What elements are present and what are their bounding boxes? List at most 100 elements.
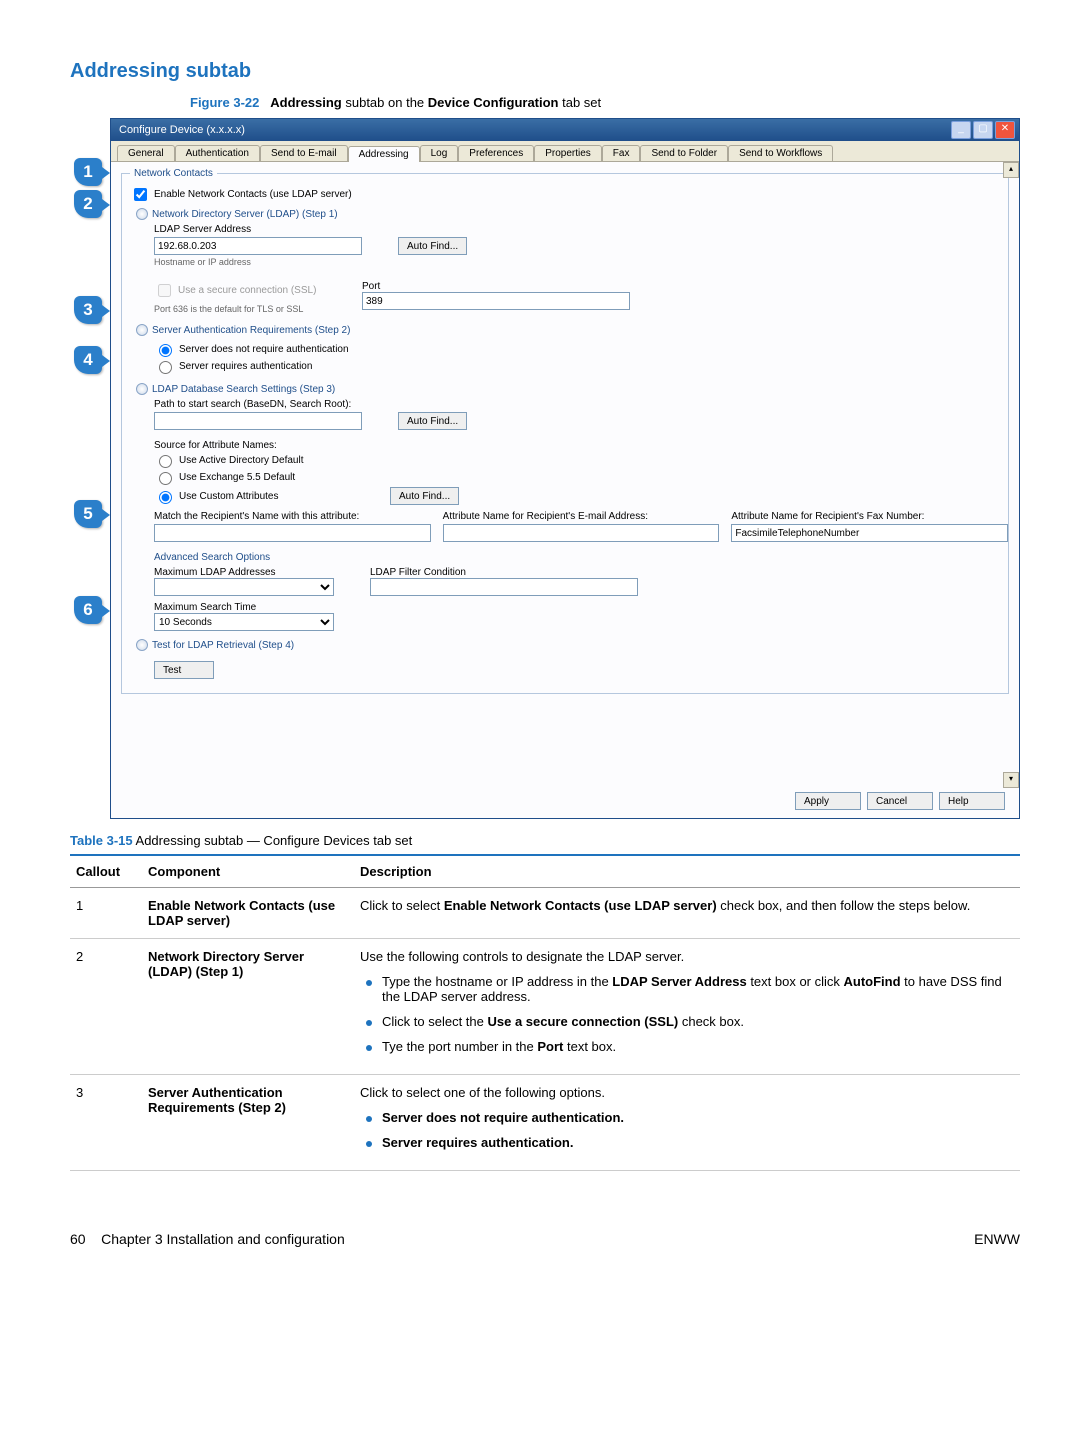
src-opt3[interactable]: Use Custom Attributes [154, 488, 354, 504]
desc-bold: Enable Network Contacts (use LDAP server… [444, 898, 717, 913]
source-label: Source for Attribute Names: [154, 440, 1000, 451]
ssl-label: Use a secure connection (SSL) [178, 285, 316, 296]
src-opt1[interactable]: Use Active Directory Default [154, 452, 1000, 468]
autofind-button-1[interactable]: Auto Find... [398, 237, 467, 255]
callout-1: 1 [74, 158, 102, 186]
src-opt3-input[interactable] [159, 491, 172, 504]
window-title: Configure Device (x.x.x.x) [115, 124, 951, 136]
ssl-input[interactable] [158, 284, 171, 297]
desc-text: check box, and then follow the steps bel… [717, 898, 971, 913]
tab-preferences[interactable]: Preferences [458, 145, 534, 161]
auth-opt2-input[interactable] [159, 361, 172, 374]
enable-nc-input[interactable] [134, 188, 147, 201]
tab-send-to-email[interactable]: Send to E-mail [260, 145, 348, 161]
th-description: Description [354, 855, 1020, 888]
cell-description: Click to select one of the following opt… [354, 1075, 1020, 1171]
server-hint: Hostname or IP address [154, 257, 1000, 267]
basedn-label: Path to start search (BaseDN, Search Roo… [154, 399, 1000, 410]
desc-bold: Port [537, 1039, 563, 1054]
basedn-input[interactable] [154, 412, 362, 430]
desc-bold: LDAP Server Address [612, 974, 746, 989]
attr-col1-label: Match the Recipient's Name with this att… [154, 511, 423, 522]
desc-text: Tye the port number in the [382, 1039, 537, 1054]
step4-summary[interactable]: Test for LDAP Retrieval (Step 4) [136, 639, 1000, 651]
enable-network-contacts-checkbox[interactable]: Enable Network Contacts (use LDAP server… [130, 185, 1000, 204]
attr-col1-input[interactable] [154, 524, 431, 542]
tab-authentication[interactable]: Authentication [175, 145, 260, 161]
autofind-button-3[interactable]: Auto Find... [390, 487, 459, 505]
step2-summary[interactable]: Server Authentication Requirements (Step… [136, 324, 1000, 336]
step1-summary[interactable]: Network Directory Server (LDAP) (Step 1) [136, 208, 1000, 220]
desc-text: Type the hostname or IP address in the [382, 974, 612, 989]
cancel-button[interactable]: Cancel [867, 792, 933, 810]
auth-opt1[interactable]: Server does not require authentication [154, 341, 1000, 357]
description-table: Callout Component Description 1 Enable N… [70, 854, 1020, 1171]
ssl-checkbox[interactable]: Use a secure connection (SSL) [154, 281, 354, 300]
scroll-up-icon[interactable]: ▴ [1003, 162, 1019, 178]
callout-5: 5 [74, 500, 102, 528]
scroll-down-icon[interactable]: ▾ [1003, 772, 1019, 788]
step1-section: Network Directory Server (LDAP) (Step 1)… [136, 208, 1000, 320]
help-button[interactable]: Help [939, 792, 1005, 810]
titlebar: Configure Device (x.x.x.x) _ ▢ ✕ [111, 119, 1019, 141]
tab-body: ▴ ▾ Network Contacts Enable Network Cont… [111, 162, 1019, 818]
list-item: Server requires authentication. [360, 1135, 1014, 1150]
table-row: 3 Server Authentication Requirements (St… [70, 1075, 1020, 1171]
desc-bold: AutoFind [844, 974, 901, 989]
desc-text: check box. [678, 1014, 744, 1029]
max-time-select[interactable]: 10 Seconds [154, 613, 334, 631]
callouts-column: 1 2 3 4 5 6 [70, 118, 110, 819]
cell-description: Click to select Enable Network Contacts … [354, 888, 1020, 939]
port-input[interactable] [362, 292, 630, 310]
step3-summary[interactable]: LDAP Database Search Settings (Step 3) [136, 383, 1000, 395]
attr-col3-input[interactable] [731, 524, 1008, 542]
desc-text: text box. [563, 1039, 616, 1054]
src-opt2-label: Use Exchange 5.5 Default [179, 472, 295, 483]
figure-bold-1: Addressing [270, 95, 342, 110]
callout-6: 6 [74, 596, 102, 624]
max-addr-label: Maximum LDAP Addresses [154, 567, 334, 578]
port-hint: Port 636 is the default for TLS or SSL [154, 304, 354, 314]
close-icon[interactable]: ✕ [995, 121, 1015, 139]
auth-opt2[interactable]: Server requires authentication [154, 358, 1000, 374]
max-addr-select[interactable] [154, 578, 334, 596]
list-item: Server does not require authentication. [360, 1110, 1014, 1125]
test-button[interactable]: Test [154, 661, 214, 679]
autofind-button-2[interactable]: Auto Find... [398, 412, 467, 430]
table-title-text: Addressing subtab — Configure Devices ta… [133, 833, 413, 848]
enable-nc-label: Enable Network Contacts (use LDAP server… [154, 189, 352, 200]
figure-txt-2: subtab on the [342, 95, 428, 110]
auth-opt1-input[interactable] [159, 344, 172, 357]
src-opt2-input[interactable] [159, 472, 172, 485]
list-item: Type the hostname or IP address in the L… [360, 974, 1014, 1004]
tab-send-to-workflows[interactable]: Send to Workflows [728, 145, 833, 161]
table-caption: Table 3-15 Addressing subtab — Configure… [70, 833, 1020, 848]
tab-addressing[interactable]: Addressing [348, 146, 420, 162]
tab-log[interactable]: Log [420, 145, 459, 161]
tab-properties[interactable]: Properties [534, 145, 602, 161]
cell-callout: 1 [70, 888, 142, 939]
attr-col2-input[interactable] [443, 524, 720, 542]
page-number: 60 [70, 1231, 86, 1247]
minimize-icon[interactable]: _ [951, 121, 971, 139]
src-opt2[interactable]: Use Exchange 5.5 Default [154, 469, 1000, 485]
section-heading: Addressing subtab [70, 60, 1020, 83]
tab-general[interactable]: General [117, 145, 175, 161]
desc-text: Click to select the [382, 1014, 488, 1029]
src-opt1-input[interactable] [159, 455, 172, 468]
max-time-label: Maximum Search Time [154, 602, 1000, 613]
maximize-icon[interactable]: ▢ [973, 121, 993, 139]
ldap-server-address-input[interactable] [154, 237, 362, 255]
tab-send-to-folder[interactable]: Send to Folder [640, 145, 728, 161]
cell-component: Enable Network Contacts (use LDAP server… [142, 888, 354, 939]
ldap-server-address-label: LDAP Server Address [154, 224, 1000, 235]
figure-bold-2: Device Configuration [428, 95, 559, 110]
filter-input[interactable] [370, 578, 638, 596]
figure-caption: Figure 3-22 Addressing subtab on the Dev… [190, 95, 1020, 110]
step4-section: Test for LDAP Retrieval (Step 4) Test [136, 639, 1000, 683]
desc-bold: Server requires authentication. [382, 1135, 573, 1150]
tab-fax[interactable]: Fax [602, 145, 641, 161]
src-opt3-label: Use Custom Attributes [179, 491, 278, 502]
step3-section: LDAP Database Search Settings (Step 3) P… [136, 383, 1000, 635]
apply-button[interactable]: Apply [795, 792, 861, 810]
